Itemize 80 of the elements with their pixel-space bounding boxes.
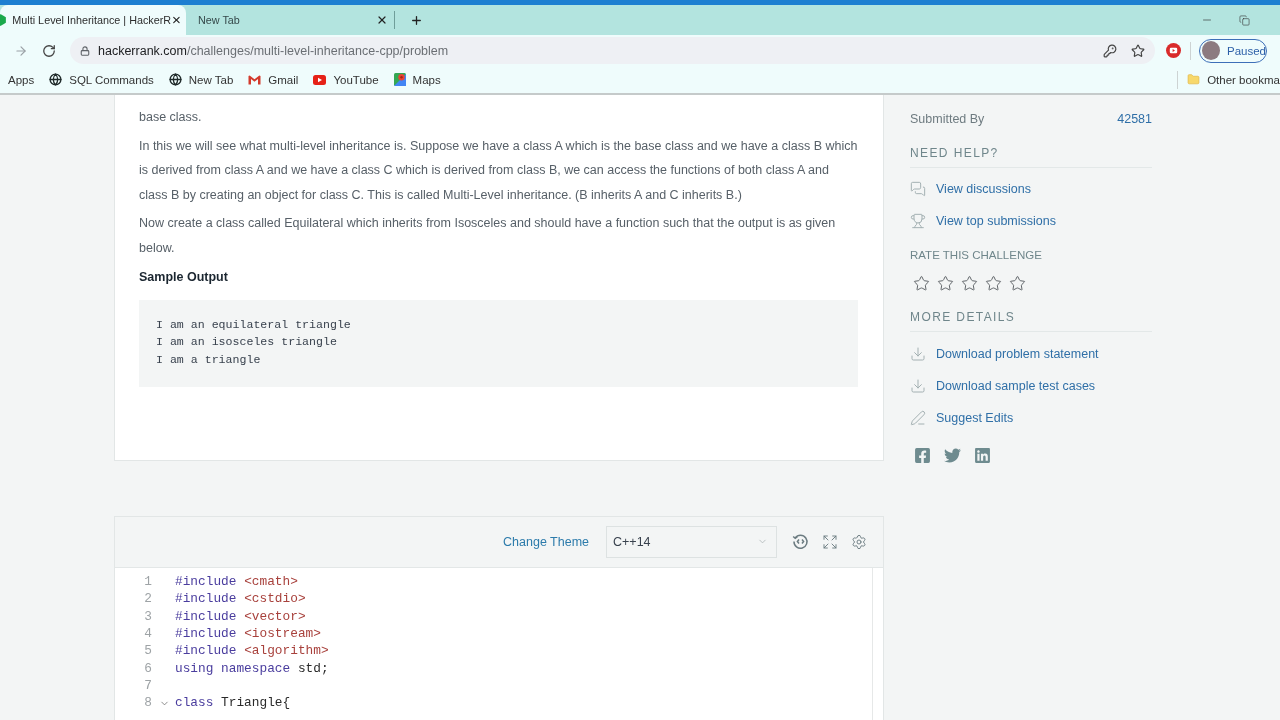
line-number: 7 (143, 677, 152, 695)
bookmark-item[interactable]: New Tab (168, 73, 234, 86)
close-icon[interactable] (171, 14, 182, 26)
globe-icon (49, 73, 63, 86)
bookmark-item[interactable]: Apps (8, 73, 35, 86)
line-number: 6 (143, 659, 152, 678)
section-title: NEED HELP? (910, 143, 1152, 168)
line-number: 2 (143, 590, 152, 608)
code-line: #include <cmath> (175, 572, 298, 591)
line-number: 5 (143, 642, 152, 660)
star-icon[interactable] (1131, 43, 1145, 58)
linkedin-icon[interactable] (974, 447, 991, 464)
new-tab-icon[interactable] (410, 13, 423, 27)
map-pin-icon (393, 73, 406, 86)
output-line: I am a triangle (156, 351, 262, 368)
line-number: 4 (143, 624, 152, 643)
change-theme-link[interactable]: Change Theme (503, 534, 589, 549)
detail-link[interactable]: Download sample test cases (910, 370, 1152, 402)
bookmark-item[interactable]: SQL Commands (49, 73, 154, 86)
problem-paragraph: Now create a class called Equilateral which inherits from Isosceles and should have a function such that the output is as given below. (139, 215, 837, 257)
help-link[interactable]: View discussions (910, 173, 1152, 205)
close-icon[interactable] (376, 14, 388, 26)
code-line: #include <cstdio> (175, 590, 306, 608)
hexagon-icon (0, 13, 7, 27)
play-icon (313, 74, 327, 85)
code-line: #include <algorithm> (175, 642, 329, 660)
trophy-icon (910, 213, 926, 229)
detail-link[interactable]: Download problem statement (910, 338, 1152, 370)
pencil-icon (910, 410, 926, 426)
problem-paragraph: In this we will see what multi-level inheritance is. Suppose we have a class A which is the base class and we have a class B which is derived from class A and we have a class C which is derived from class B, we can access the functions of both class A and class B by creating an object for class C. This is called Multi-Level inheritance. (B inherits A and C inherits B.) (139, 137, 858, 204)
star-icon[interactable] (961, 274, 978, 292)
browser-tab[interactable]: New Tab (186, 5, 392, 35)
code-line: using namespace std; (175, 659, 329, 678)
star-icon[interactable] (1009, 274, 1026, 292)
section-title: RATE THIS CHALLENGE (910, 248, 1043, 263)
code-line: #include <iostream> (175, 624, 321, 643)
star-icon[interactable] (913, 274, 930, 292)
chat-bubbles-icon (910, 181, 926, 197)
fullscreen-icon[interactable] (822, 533, 838, 550)
output-line: I am an isosceles triangle (156, 334, 338, 351)
restore-icon[interactable] (1239, 14, 1250, 26)
folder-icon (1187, 73, 1201, 86)
avatar (1202, 41, 1220, 60)
problem-paragraph: base class. (139, 109, 203, 126)
lock-icon (80, 45, 90, 56)
bookmark-item[interactable]: Gmail (248, 73, 299, 86)
letter-m-icon (248, 74, 262, 85)
download-icon (910, 346, 926, 362)
code-line: class Triangle{ (175, 694, 291, 712)
address-bar[interactable]: hackerrank.com/challenges/multi-level-inheritance-cpp/problem (70, 37, 1155, 64)
bookmark-folder-item[interactable]: Other bookma (1187, 73, 1280, 86)
bookmark-item[interactable]: YouTube (313, 73, 379, 86)
play-circle-icon[interactable] (1166, 43, 1181, 58)
url-text: hackerrank.com/challenges/multi-level-inheritance-cpp/problem (98, 43, 450, 58)
code-line: #include <vector> (175, 607, 306, 625)
line-number: 8 (143, 694, 152, 712)
key-icon[interactable] (1103, 43, 1117, 58)
reload-icon[interactable] (42, 43, 56, 58)
stat-label: Submitted By (910, 112, 985, 126)
section-title: MORE DETAILS (910, 307, 1152, 332)
facebook-icon[interactable] (914, 447, 931, 464)
star-icon[interactable] (985, 274, 1002, 292)
line-number: 3 (143, 607, 152, 625)
star-icon[interactable] (937, 274, 954, 292)
sample-output-heading: Sample Output (139, 268, 229, 286)
help-link[interactable]: View top submissions (910, 205, 1152, 237)
bookmark-item[interactable]: Maps (393, 73, 441, 86)
twitter-icon[interactable] (944, 447, 961, 464)
download-icon (910, 378, 926, 394)
settings-icon[interactable] (851, 533, 867, 550)
stat-value-link[interactable]: 42581 (1117, 112, 1152, 126)
browser-tab[interactable]: Multi Level Inheritance | HackerR (0, 5, 186, 35)
forward-arrow-icon[interactable] (14, 43, 28, 58)
output-line: I am an equilateral triangle (156, 316, 352, 333)
detail-link[interactable]: Suggest Edits (910, 402, 1152, 434)
line-number: 1 (143, 572, 152, 591)
language-select[interactable]: C++14 (606, 525, 777, 558)
globe-icon (168, 73, 182, 86)
circular-arrow-icon[interactable] (792, 533, 809, 551)
code-area[interactable]: 1 #include <cmath> 2 #include <cstdio> 3 #include <vector> 4 #include <iostream> 5 #include <algorithm> 6 using namespace std; 7 8 class Triangle{ (115, 567, 873, 720)
